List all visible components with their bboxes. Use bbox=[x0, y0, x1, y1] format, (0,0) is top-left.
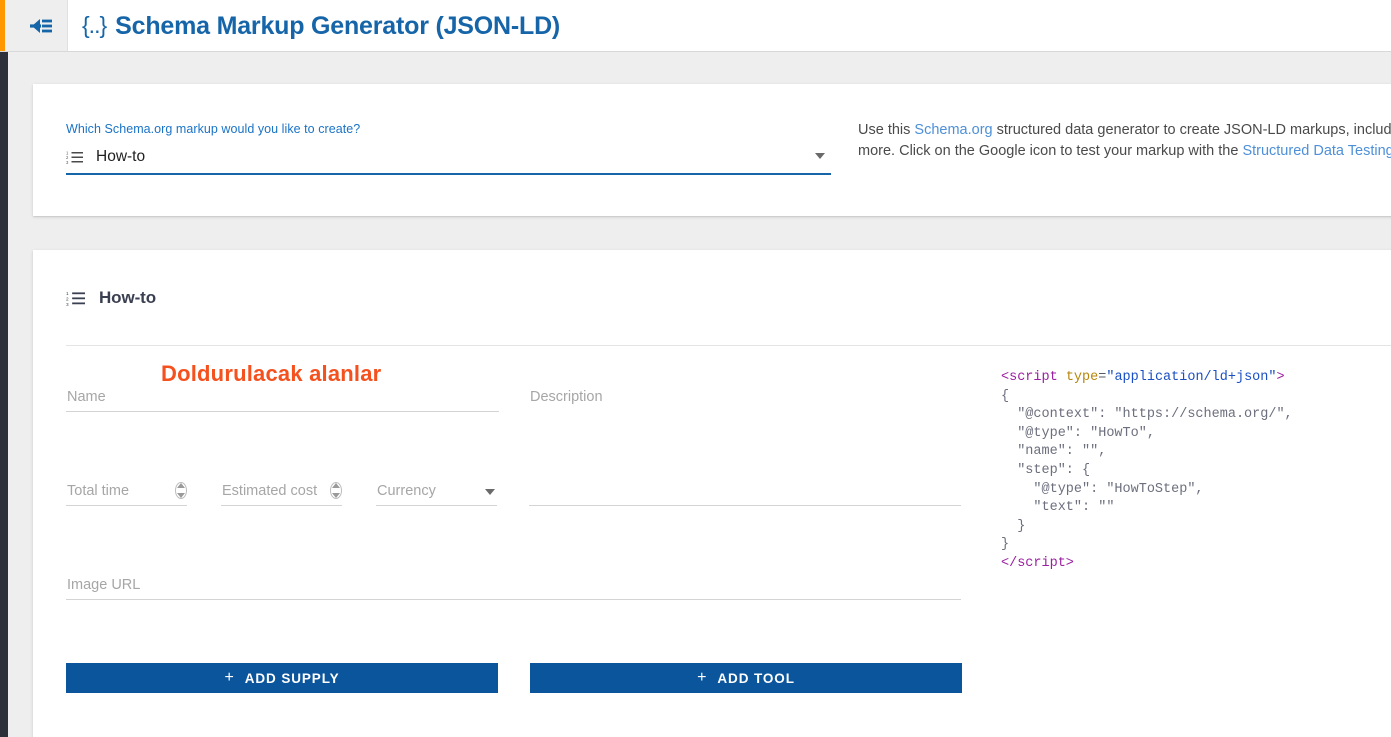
info-text-a: Use this bbox=[858, 122, 914, 138]
name-field[interactable]: Name bbox=[66, 385, 499, 412]
plus-icon: + bbox=[697, 670, 707, 686]
markup-type-label: Which Schema.org markup would you like t… bbox=[66, 122, 360, 136]
code-line-step-open: "step": { bbox=[1001, 463, 1090, 478]
collapse-sidebar-button[interactable] bbox=[5, 0, 67, 52]
svg-text:1: 1 bbox=[66, 291, 69, 296]
code-line-name: "name": "", bbox=[1001, 444, 1106, 459]
currency-placeholder: Currency bbox=[377, 483, 436, 499]
chevron-down-icon bbox=[485, 489, 495, 495]
description-field[interactable]: Description bbox=[529, 385, 961, 506]
total-time-placeholder: Total time bbox=[67, 483, 129, 499]
header-title-group: {..} Schema Markup Generator (JSON-LD) bbox=[82, 0, 560, 52]
markup-type-value: How-to bbox=[96, 148, 145, 166]
image-url-underline bbox=[66, 599, 961, 600]
image-url-field[interactable]: Image URL bbox=[66, 573, 961, 600]
code-attr-type: type bbox=[1058, 370, 1099, 385]
app-header: {..} Schema Markup Generator (JSON-LD) bbox=[0, 0, 1391, 52]
info-line-1: Use this Schema.org structured data gene… bbox=[858, 120, 1391, 141]
header-divider bbox=[67, 0, 68, 52]
code-tag-open: <script bbox=[1001, 370, 1058, 385]
ordered-list-icon: 1 2 3 bbox=[66, 290, 85, 306]
name-underline bbox=[66, 411, 499, 412]
add-tool-label: ADD TOOL bbox=[717, 671, 794, 686]
markup-type-select[interactable]: 1 2 3 How-to bbox=[66, 142, 831, 174]
info-line-2: more. Click on the Google icon to test y… bbox=[858, 141, 1391, 162]
collapse-sidebar-icon bbox=[19, 15, 53, 37]
code-line-step-type: "@type": "HowToStep", bbox=[1001, 482, 1204, 497]
chevron-down-icon bbox=[815, 153, 825, 159]
currency-select[interactable]: Currency bbox=[376, 479, 497, 506]
estimated-cost-placeholder: Estimated cost bbox=[222, 483, 317, 499]
code-line-root-close: } bbox=[1001, 537, 1009, 552]
code-line-step-close: } bbox=[1001, 519, 1025, 534]
total-time-stepper-icon[interactable] bbox=[175, 482, 187, 499]
info-text-c: more. Click on the Google icon to test y… bbox=[858, 143, 1242, 159]
annotation-overlay: Doldurulacak alanlar bbox=[161, 361, 381, 387]
info-text-b: structured data generator to create JSON… bbox=[993, 122, 1391, 138]
code-line-context: "@context": "https://schema.org/", bbox=[1001, 407, 1293, 422]
code-line-type: "@type": "HowTo", bbox=[1001, 426, 1155, 441]
code-tag-closing: </script> bbox=[1001, 556, 1074, 571]
ordered-list-icon: 1 2 3 bbox=[66, 150, 83, 164]
schema-org-link[interactable]: Schema.org bbox=[914, 122, 992, 138]
code-line-2: { bbox=[1001, 389, 1009, 404]
svg-text:2: 2 bbox=[66, 296, 69, 301]
page-title: Schema Markup Generator (JSON-LD) bbox=[115, 12, 560, 41]
json-brace-icon: {..} bbox=[82, 14, 106, 37]
svg-text:3: 3 bbox=[66, 160, 69, 164]
description-underline bbox=[529, 505, 961, 506]
info-paragraph: Use this Schema.org structured data gene… bbox=[858, 120, 1391, 162]
form-card-title: How-to bbox=[99, 288, 156, 308]
jsonld-output-panel[interactable]: <script type="application/ld+json"> { "@… bbox=[1001, 369, 1293, 574]
add-tool-button[interactable]: + ADD TOOL bbox=[530, 663, 962, 693]
app-root: {..} Schema Markup Generator (JSON-LD) W… bbox=[0, 0, 1391, 737]
estimated-cost-underline bbox=[221, 505, 342, 506]
currency-underline bbox=[376, 505, 497, 506]
form-card-header: 1 2 3 How-to bbox=[66, 288, 156, 308]
name-placeholder: Name bbox=[67, 389, 106, 405]
total-time-underline bbox=[66, 505, 187, 506]
image-url-placeholder: Image URL bbox=[67, 577, 140, 593]
markup-type-card: Which Schema.org markup would you like t… bbox=[33, 84, 1391, 216]
form-header-divider bbox=[66, 345, 1391, 346]
header-bottom-border bbox=[0, 51, 1391, 52]
svg-text:3: 3 bbox=[66, 302, 69, 306]
markup-type-underline bbox=[66, 173, 831, 175]
estimated-cost-stepper-icon[interactable] bbox=[330, 482, 342, 499]
estimated-cost-field[interactable]: Estimated cost bbox=[221, 479, 342, 506]
structured-data-testing-tool-link[interactable]: Structured Data Testing To bbox=[1242, 143, 1391, 159]
code-attr-value: "application/ld+json" bbox=[1106, 370, 1276, 385]
add-supply-button[interactable]: + ADD SUPPLY bbox=[66, 663, 498, 693]
left-rail bbox=[0, 52, 8, 737]
description-placeholder: Description bbox=[530, 389, 603, 405]
total-time-field[interactable]: Total time bbox=[66, 479, 187, 506]
code-line-step-text: "text": "" bbox=[1001, 500, 1114, 515]
add-supply-label: ADD SUPPLY bbox=[245, 671, 340, 686]
code-tag-gt: > bbox=[1276, 370, 1284, 385]
plus-icon: + bbox=[224, 670, 234, 686]
